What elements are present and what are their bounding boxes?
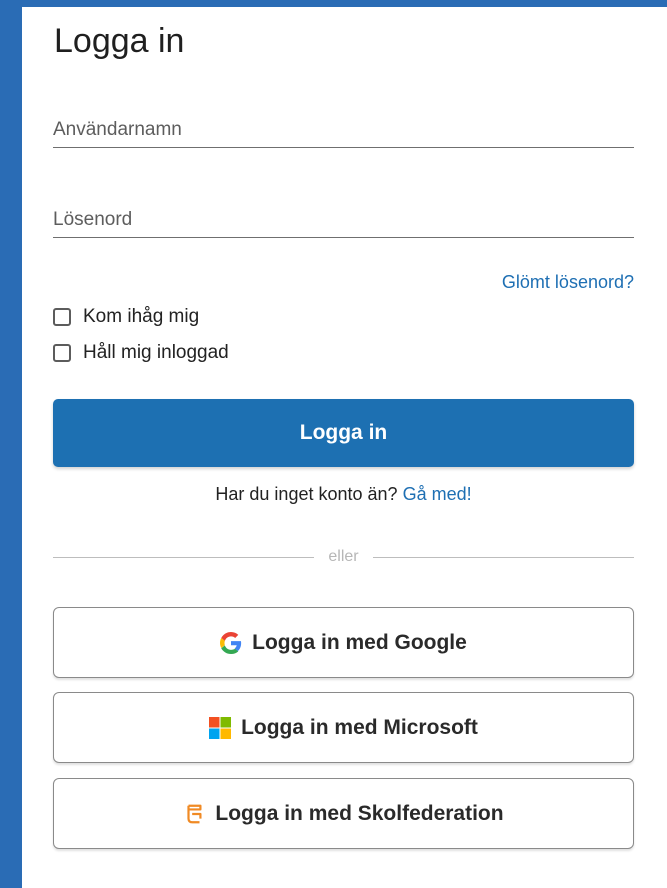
or-divider: eller bbox=[53, 548, 635, 566]
skolfederation-login-button[interactable]: Logga in med Skolfederation bbox=[53, 778, 634, 849]
microsoft-login-label: Logga in med Microsoft bbox=[241, 715, 478, 739]
skolfederation-login-label: Logga in med Skolfederation bbox=[215, 801, 504, 825]
checkbox-box[interactable] bbox=[53, 308, 71, 326]
signup-text: Har du inget konto än? bbox=[215, 484, 398, 504]
signup-prompt: Har du inget konto än? Gå med! bbox=[53, 484, 634, 505]
username-field bbox=[53, 107, 634, 148]
remember-me-label: Kom ihåg mig bbox=[83, 306, 200, 327]
google-login-button[interactable]: Logga in med Google bbox=[53, 607, 634, 678]
page-title: Logga in bbox=[54, 22, 185, 60]
login-card: Logga in Glömt lösenord? Kom ihåg mig Hå… bbox=[22, 7, 667, 888]
checkbox-box[interactable] bbox=[53, 344, 71, 362]
forgot-password-link[interactable]: Glömt lösenord? bbox=[502, 272, 634, 293]
skolfederation-logo-icon bbox=[187, 804, 202, 823]
password-input[interactable] bbox=[53, 209, 634, 231]
microsoft-logo-icon bbox=[209, 716, 232, 739]
signup-link[interactable]: Gå med! bbox=[403, 484, 472, 504]
password-field bbox=[53, 197, 634, 238]
divider-text: eller bbox=[328, 548, 359, 565]
username-input[interactable] bbox=[53, 119, 634, 141]
divider-line-left bbox=[53, 556, 315, 558]
remember-me-checkbox[interactable]: Kom ihåg mig bbox=[53, 306, 199, 328]
microsoft-login-button[interactable]: Logga in med Microsoft bbox=[53, 692, 634, 763]
divider-line-right bbox=[372, 556, 635, 558]
google-g-icon bbox=[220, 631, 242, 654]
login-button[interactable]: Logga in bbox=[53, 399, 634, 467]
stay-logged-in-label: Håll mig inloggad bbox=[83, 342, 229, 363]
google-login-label: Logga in med Google bbox=[252, 630, 467, 654]
stay-logged-in-checkbox[interactable]: Håll mig inloggad bbox=[53, 342, 229, 364]
